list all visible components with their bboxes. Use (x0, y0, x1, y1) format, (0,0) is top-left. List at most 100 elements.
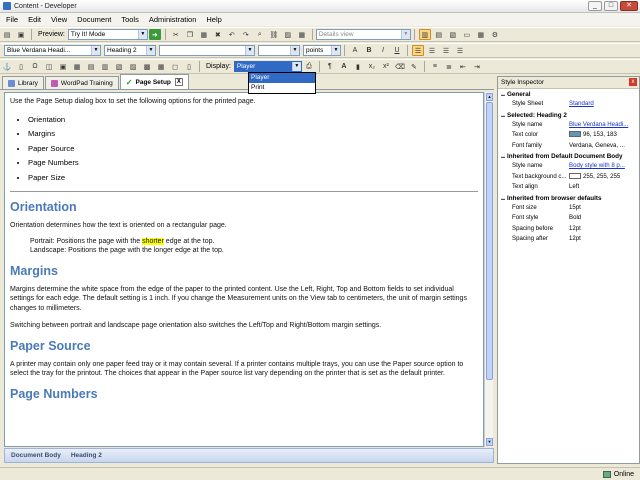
underline-icon[interactable]: U (391, 45, 403, 56)
cell-props-icon[interactable]: ▦ (155, 61, 167, 72)
outdent-icon[interactable]: ⇤ (457, 61, 469, 72)
preview-mode-value: Try It! Mode (70, 31, 106, 38)
menu-bar: File Edit View Document Tools Administra… (0, 13, 640, 26)
close-icon[interactable]: x (629, 78, 637, 86)
units-select[interactable]: points ▼ (303, 45, 341, 56)
image-icon[interactable]: ▨ (282, 29, 294, 40)
align-center-icon[interactable]: ☰ (426, 45, 438, 56)
undo-icon[interactable]: ↶ (226, 29, 238, 40)
prop-value: 15pt (569, 203, 581, 211)
highlight-icon[interactable]: ▮ (352, 61, 364, 72)
align-left-icon[interactable]: ☰ (412, 45, 424, 56)
list-item: Orientation (28, 113, 478, 128)
link-icon[interactable]: ⛓ (268, 29, 280, 40)
section-selected[interactable]: Selected: Heading 2 (498, 110, 639, 120)
menu-tools[interactable]: Tools (121, 15, 139, 24)
open-icon[interactable]: ▤ (1, 29, 13, 40)
style-select[interactable]: Blue Verdana Headi... ▼ (4, 45, 101, 56)
copy-icon[interactable]: ❐ (184, 29, 196, 40)
save-icon[interactable]: ▣ (15, 29, 27, 40)
eraser-icon[interactable]: ✎ (408, 61, 420, 72)
menu-file[interactable]: File (6, 15, 18, 24)
row-icon[interactable]: ▥ (99, 61, 111, 72)
section-general[interactable]: General (498, 89, 639, 99)
bulleted-list-icon[interactable]: ≣ (443, 61, 455, 72)
heading-select[interactable]: Heading 2 ▼ (104, 45, 156, 56)
maximize-button[interactable]: □ (604, 1, 618, 11)
grid-icon[interactable]: ▦ (71, 61, 83, 72)
size-select[interactable]: ▼ (258, 45, 300, 56)
merge-icon[interactable]: ▨ (127, 61, 139, 72)
tile-icon[interactable]: ▦ (475, 29, 487, 40)
text-color-icon[interactable]: A (338, 61, 350, 72)
redo-icon[interactable]: ↷ (240, 29, 252, 40)
split-icon[interactable]: ▧ (447, 29, 459, 40)
menu-view[interactable]: View (51, 15, 67, 24)
chevron-down-icon: ▼ (91, 46, 100, 55)
breadcrumb-heading-2[interactable]: Heading 2 (71, 452, 102, 459)
settings-icon[interactable]: ⚙ (489, 29, 501, 40)
paste-icon[interactable]: ▦ (198, 29, 210, 40)
menu-edit[interactable]: Edit (28, 15, 41, 24)
breadcrumb-document-body[interactable]: Document Body (11, 452, 61, 459)
font-color-icon[interactable]: A (349, 45, 361, 56)
find-icon[interactable]: ⌕ (254, 29, 266, 40)
bookmark-icon[interactable]: ▯ (15, 61, 27, 72)
view-select[interactable]: Details view ▼ (315, 29, 411, 40)
table-insert-icon[interactable]: ▤ (85, 61, 97, 72)
clear-format-icon[interactable]: ⌫ (394, 61, 406, 72)
italic-icon[interactable]: I (377, 45, 389, 56)
split-cell-icon[interactable]: ▩ (141, 61, 153, 72)
go-icon[interactable]: ➜ (148, 29, 161, 40)
minimize-button[interactable]: _ (588, 1, 602, 11)
media-icon[interactable]: ▣ (57, 61, 69, 72)
anchor-icon[interactable]: ⚓ (1, 61, 13, 72)
scroll-thumb[interactable] (486, 102, 493, 380)
close-tab-icon[interactable]: X (174, 78, 183, 86)
font-select[interactable]: ▼ (159, 45, 255, 56)
align-right-icon[interactable]: ☰ (440, 45, 452, 56)
omega-icon[interactable]: Ω (29, 61, 41, 72)
menu-administration[interactable]: Administration (149, 15, 197, 24)
indent-icon[interactable]: ⇥ (471, 61, 483, 72)
preview-icon[interactable]: ⎙ (303, 61, 315, 72)
tab-page-setup[interactable]: ✓ Page Setup X (119, 74, 189, 89)
section-inherited-document[interactable]: Inherited from Default Document Body (498, 151, 639, 161)
menu-document[interactable]: Document (77, 15, 111, 24)
tab-library[interactable]: Library (2, 76, 44, 89)
display-select[interactable]: Player ▼ (233, 61, 302, 72)
style-icon[interactable]: ¶ (324, 61, 336, 72)
menu-help[interactable]: Help (206, 15, 221, 24)
dropdown-option-player[interactable]: Player (249, 73, 315, 83)
prop-row: Spacing after 12pt (498, 234, 639, 245)
document-editor[interactable]: Use the Page Setup dialog box to set the… (4, 92, 484, 447)
panel-icon[interactable]: ▤ (433, 29, 445, 40)
scroll-up-icon[interactable]: ▲ (486, 93, 493, 101)
portrait-line: Portrait: Positions the page with the sh… (10, 237, 478, 247)
tab-wordpad-training[interactable]: WordPad Training (44, 76, 119, 89)
style-name-link[interactable]: Blue Verdana Headi... (569, 120, 639, 131)
window-icon[interactable]: ▭ (461, 29, 473, 40)
layout-icon[interactable]: ▥ (418, 29, 431, 40)
superscript-icon[interactable]: x² (380, 61, 392, 72)
close-button[interactable]: ✕ (620, 1, 638, 11)
column-icon[interactable]: ▧ (113, 61, 125, 72)
section-inherited-browser[interactable]: Inherited from browser defaults (498, 193, 639, 203)
style-sheet-link[interactable]: Standard (569, 99, 639, 110)
cut-icon[interactable]: ✂ (170, 29, 182, 40)
scroll-down-icon[interactable]: ▼ (486, 438, 493, 446)
page-icon[interactable]: ▯ (183, 61, 195, 72)
library-icon (8, 79, 15, 87)
delete-icon[interactable]: ✖ (212, 29, 224, 40)
style-name-link[interactable]: Body style with 8 p... (569, 161, 639, 172)
border-icon[interactable]: ◻ (169, 61, 181, 72)
dropdown-option-print[interactable]: Print (249, 83, 315, 93)
object-icon[interactable]: ◫ (43, 61, 55, 72)
numbered-list-icon[interactable]: ≡ (429, 61, 441, 72)
preview-mode-select[interactable]: Try It! Mode ▼ (67, 29, 148, 40)
subscript-icon[interactable]: x₂ (366, 61, 378, 72)
table-icon[interactable]: ▦ (296, 29, 308, 40)
bold-icon[interactable]: B (363, 45, 375, 56)
vertical-scrollbar[interactable]: ▲ ▼ (484, 92, 493, 447)
justify-icon[interactable]: ☰ (454, 45, 466, 56)
